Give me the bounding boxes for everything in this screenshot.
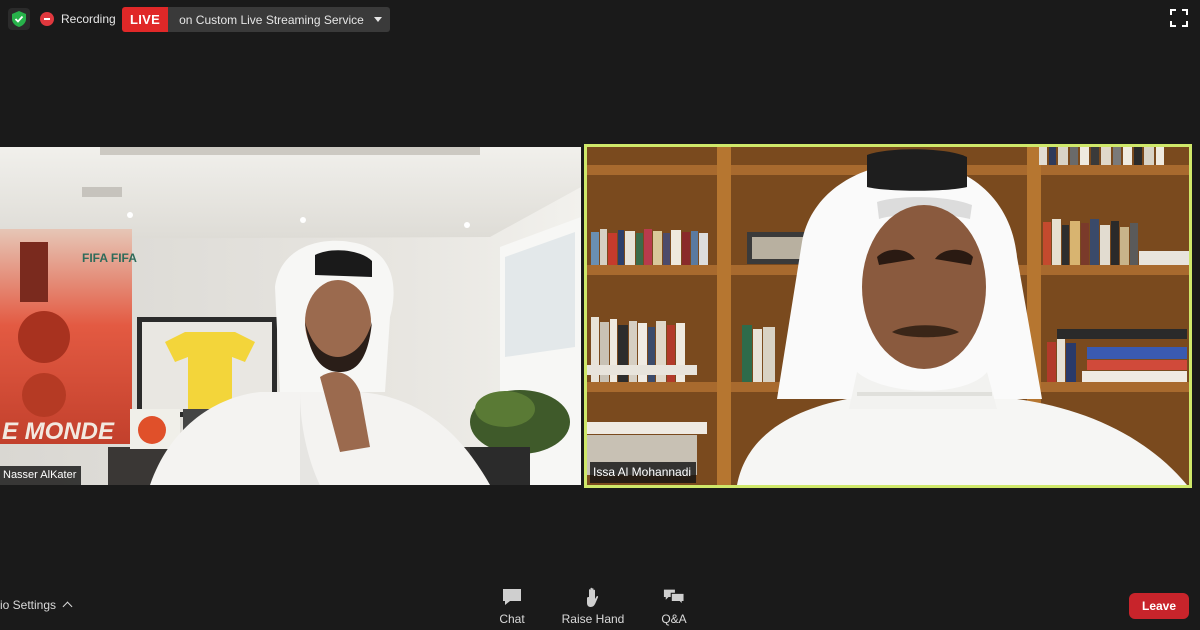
audio-settings-label: io Settings: [0, 598, 57, 612]
recording-label: Recording: [61, 12, 116, 26]
chat-label: Chat: [499, 612, 525, 626]
chat-icon: [503, 589, 521, 605]
fullscreen-icon[interactable]: [1170, 9, 1188, 27]
recording-icon: [40, 12, 54, 26]
raise-hand-icon: [587, 587, 599, 607]
chat-button[interactable]: Chat: [477, 586, 547, 626]
participant-name-tag: Issa Al Mohannadi: [590, 462, 697, 483]
audio-settings-button[interactable]: io Settings: [0, 598, 73, 612]
participant-video-feed: FIFA FIFA E MONDE: [0, 147, 581, 485]
qa-label: Q&A: [661, 612, 687, 626]
webinar-window: Recording LIVE on Custom Live Streaming …: [0, 0, 1200, 630]
live-badge: LIVE: [122, 7, 169, 32]
caret-down-icon: [373, 17, 382, 22]
video-tile-participant-2[interactable]: Issa Al Mohannadi: [584, 144, 1192, 488]
recording-indicator[interactable]: Recording: [40, 8, 116, 30]
video-tile-participant-1[interactable]: FIFA FIFA E MONDE Nasser AlKater: [0, 147, 581, 485]
qa-icon: [663, 589, 685, 606]
qa-button[interactable]: Q&A: [639, 586, 709, 626]
poster-top-text: FIFA FIFA: [82, 251, 137, 265]
live-stream-dropdown[interactable]: LIVE on Custom Live Streaming Service: [122, 7, 390, 32]
leave-button[interactable]: Leave: [1129, 593, 1189, 619]
participant-video-feed: [587, 147, 1189, 485]
raise-hand-label: Raise Hand: [561, 612, 625, 626]
live-service-text: on Custom Live Streaming Service: [179, 12, 364, 27]
raise-hand-button[interactable]: Raise Hand: [558, 586, 628, 626]
participant-name-tag: Nasser AlKater: [0, 466, 82, 485]
live-service-label: on Custom Live Streaming Service: [168, 7, 390, 32]
chevron-up-icon: [62, 601, 73, 612]
poster-word: E MONDE: [2, 418, 115, 445]
shield-icon[interactable]: [8, 8, 30, 30]
